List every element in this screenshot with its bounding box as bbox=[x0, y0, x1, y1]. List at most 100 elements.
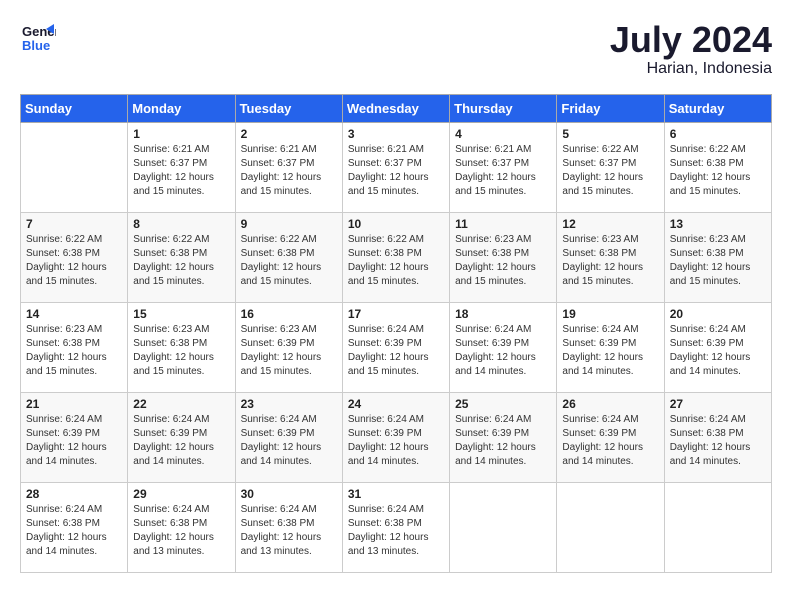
day-number: 13 bbox=[670, 217, 766, 231]
calendar-day-cell: 4 Sunrise: 6:21 AMSunset: 6:37 PMDayligh… bbox=[450, 122, 557, 212]
day-number: 7 bbox=[26, 217, 122, 231]
day-info: Sunrise: 6:22 AMSunset: 6:38 PMDaylight:… bbox=[670, 143, 766, 199]
calendar-week-row: 1 Sunrise: 6:21 AMSunset: 6:37 PMDayligh… bbox=[21, 122, 772, 212]
calendar-day-cell: 24 Sunrise: 6:24 AMSunset: 6:39 PMDaylig… bbox=[342, 392, 449, 482]
calendar-day-cell: 12 Sunrise: 6:23 AMSunset: 6:38 PMDaylig… bbox=[557, 212, 664, 302]
day-number: 23 bbox=[241, 397, 337, 411]
day-info: Sunrise: 6:24 AMSunset: 6:39 PMDaylight:… bbox=[348, 323, 444, 379]
day-info: Sunrise: 6:23 AMSunset: 6:38 PMDaylight:… bbox=[455, 233, 551, 289]
calendar-day-cell bbox=[21, 122, 128, 212]
calendar-day-cell: 9 Sunrise: 6:22 AMSunset: 6:38 PMDayligh… bbox=[235, 212, 342, 302]
calendar-day-cell: 11 Sunrise: 6:23 AMSunset: 6:38 PMDaylig… bbox=[450, 212, 557, 302]
page-header: General Blue July 2024 Harian, Indonesia bbox=[20, 20, 772, 78]
day-info: Sunrise: 6:24 AMSunset: 6:38 PMDaylight:… bbox=[670, 413, 766, 469]
day-number: 18 bbox=[455, 307, 551, 321]
calendar-table: SundayMondayTuesdayWednesdayThursdayFrid… bbox=[20, 94, 772, 573]
calendar-day-cell: 17 Sunrise: 6:24 AMSunset: 6:39 PMDaylig… bbox=[342, 302, 449, 392]
day-number: 25 bbox=[455, 397, 551, 411]
day-number: 14 bbox=[26, 307, 122, 321]
day-info: Sunrise: 6:23 AMSunset: 6:38 PMDaylight:… bbox=[670, 233, 766, 289]
day-info: Sunrise: 6:22 AMSunset: 6:37 PMDaylight:… bbox=[562, 143, 658, 199]
day-number: 8 bbox=[133, 217, 229, 231]
day-number: 3 bbox=[348, 127, 444, 141]
day-number: 24 bbox=[348, 397, 444, 411]
day-number: 4 bbox=[455, 127, 551, 141]
calendar-week-row: 7 Sunrise: 6:22 AMSunset: 6:38 PMDayligh… bbox=[21, 212, 772, 302]
day-info: Sunrise: 6:24 AMSunset: 6:38 PMDaylight:… bbox=[348, 503, 444, 559]
calendar-day-cell: 20 Sunrise: 6:24 AMSunset: 6:39 PMDaylig… bbox=[664, 302, 771, 392]
day-number: 10 bbox=[348, 217, 444, 231]
day-info: Sunrise: 6:23 AMSunset: 6:38 PMDaylight:… bbox=[562, 233, 658, 289]
day-of-week-header: Monday bbox=[128, 94, 235, 122]
calendar-day-cell: 3 Sunrise: 6:21 AMSunset: 6:37 PMDayligh… bbox=[342, 122, 449, 212]
day-number: 16 bbox=[241, 307, 337, 321]
day-number: 6 bbox=[670, 127, 766, 141]
calendar-day-cell: 25 Sunrise: 6:24 AMSunset: 6:39 PMDaylig… bbox=[450, 392, 557, 482]
calendar-day-cell: 10 Sunrise: 6:22 AMSunset: 6:38 PMDaylig… bbox=[342, 212, 449, 302]
calendar-day-cell: 26 Sunrise: 6:24 AMSunset: 6:39 PMDaylig… bbox=[557, 392, 664, 482]
day-info: Sunrise: 6:24 AMSunset: 6:39 PMDaylight:… bbox=[455, 413, 551, 469]
day-info: Sunrise: 6:24 AMSunset: 6:39 PMDaylight:… bbox=[455, 323, 551, 379]
calendar-day-cell: 27 Sunrise: 6:24 AMSunset: 6:38 PMDaylig… bbox=[664, 392, 771, 482]
day-number: 9 bbox=[241, 217, 337, 231]
month-year-title: July 2024 bbox=[610, 20, 772, 60]
day-of-week-header: Thursday bbox=[450, 94, 557, 122]
day-info: Sunrise: 6:21 AMSunset: 6:37 PMDaylight:… bbox=[348, 143, 444, 199]
calendar-day-cell: 19 Sunrise: 6:24 AMSunset: 6:39 PMDaylig… bbox=[557, 302, 664, 392]
day-info: Sunrise: 6:22 AMSunset: 6:38 PMDaylight:… bbox=[133, 233, 229, 289]
day-number: 11 bbox=[455, 217, 551, 231]
day-info: Sunrise: 6:24 AMSunset: 6:38 PMDaylight:… bbox=[241, 503, 337, 559]
calendar-day-cell bbox=[450, 482, 557, 572]
logo: General Blue bbox=[20, 20, 56, 56]
calendar-day-cell bbox=[664, 482, 771, 572]
calendar-day-cell: 31 Sunrise: 6:24 AMSunset: 6:38 PMDaylig… bbox=[342, 482, 449, 572]
calendar-day-cell: 6 Sunrise: 6:22 AMSunset: 6:38 PMDayligh… bbox=[664, 122, 771, 212]
day-info: Sunrise: 6:22 AMSunset: 6:38 PMDaylight:… bbox=[241, 233, 337, 289]
day-info: Sunrise: 6:21 AMSunset: 6:37 PMDaylight:… bbox=[455, 143, 551, 199]
day-info: Sunrise: 6:24 AMSunset: 6:39 PMDaylight:… bbox=[26, 413, 122, 469]
day-number: 15 bbox=[133, 307, 229, 321]
day-info: Sunrise: 6:23 AMSunset: 6:38 PMDaylight:… bbox=[26, 323, 122, 379]
calendar-day-cell: 1 Sunrise: 6:21 AMSunset: 6:37 PMDayligh… bbox=[128, 122, 235, 212]
day-info: Sunrise: 6:22 AMSunset: 6:38 PMDaylight:… bbox=[348, 233, 444, 289]
title-block: July 2024 Harian, Indonesia bbox=[610, 20, 772, 78]
day-number: 29 bbox=[133, 487, 229, 501]
day-number: 31 bbox=[348, 487, 444, 501]
day-info: Sunrise: 6:24 AMSunset: 6:39 PMDaylight:… bbox=[133, 413, 229, 469]
calendar-week-row: 28 Sunrise: 6:24 AMSunset: 6:38 PMDaylig… bbox=[21, 482, 772, 572]
day-of-week-header: Sunday bbox=[21, 94, 128, 122]
day-info: Sunrise: 6:24 AMSunset: 6:39 PMDaylight:… bbox=[670, 323, 766, 379]
day-number: 22 bbox=[133, 397, 229, 411]
calendar-day-cell: 2 Sunrise: 6:21 AMSunset: 6:37 PMDayligh… bbox=[235, 122, 342, 212]
day-info: Sunrise: 6:24 AMSunset: 6:39 PMDaylight:… bbox=[562, 413, 658, 469]
calendar-day-cell: 5 Sunrise: 6:22 AMSunset: 6:37 PMDayligh… bbox=[557, 122, 664, 212]
logo-icon: General Blue bbox=[20, 20, 56, 56]
calendar-day-cell: 29 Sunrise: 6:24 AMSunset: 6:38 PMDaylig… bbox=[128, 482, 235, 572]
calendar-day-cell: 21 Sunrise: 6:24 AMSunset: 6:39 PMDaylig… bbox=[21, 392, 128, 482]
day-info: Sunrise: 6:24 AMSunset: 6:39 PMDaylight:… bbox=[348, 413, 444, 469]
calendar-day-cell: 16 Sunrise: 6:23 AMSunset: 6:39 PMDaylig… bbox=[235, 302, 342, 392]
calendar-day-cell: 18 Sunrise: 6:24 AMSunset: 6:39 PMDaylig… bbox=[450, 302, 557, 392]
calendar-day-cell bbox=[557, 482, 664, 572]
day-info: Sunrise: 6:23 AMSunset: 6:38 PMDaylight:… bbox=[133, 323, 229, 379]
calendar-day-cell: 14 Sunrise: 6:23 AMSunset: 6:38 PMDaylig… bbox=[21, 302, 128, 392]
svg-text:Blue: Blue bbox=[22, 38, 50, 53]
day-number: 19 bbox=[562, 307, 658, 321]
day-of-week-header: Saturday bbox=[664, 94, 771, 122]
calendar-week-row: 21 Sunrise: 6:24 AMSunset: 6:39 PMDaylig… bbox=[21, 392, 772, 482]
day-info: Sunrise: 6:21 AMSunset: 6:37 PMDaylight:… bbox=[241, 143, 337, 199]
day-info: Sunrise: 6:24 AMSunset: 6:39 PMDaylight:… bbox=[562, 323, 658, 379]
day-info: Sunrise: 6:24 AMSunset: 6:38 PMDaylight:… bbox=[133, 503, 229, 559]
day-number: 17 bbox=[348, 307, 444, 321]
calendar-day-cell: 28 Sunrise: 6:24 AMSunset: 6:38 PMDaylig… bbox=[21, 482, 128, 572]
day-number: 27 bbox=[670, 397, 766, 411]
day-number: 26 bbox=[562, 397, 658, 411]
calendar-day-cell: 30 Sunrise: 6:24 AMSunset: 6:38 PMDaylig… bbox=[235, 482, 342, 572]
calendar-day-cell: 8 Sunrise: 6:22 AMSunset: 6:38 PMDayligh… bbox=[128, 212, 235, 302]
day-number: 2 bbox=[241, 127, 337, 141]
day-info: Sunrise: 6:22 AMSunset: 6:38 PMDaylight:… bbox=[26, 233, 122, 289]
calendar-day-cell: 22 Sunrise: 6:24 AMSunset: 6:39 PMDaylig… bbox=[128, 392, 235, 482]
day-info: Sunrise: 6:21 AMSunset: 6:37 PMDaylight:… bbox=[133, 143, 229, 199]
calendar-week-row: 14 Sunrise: 6:23 AMSunset: 6:38 PMDaylig… bbox=[21, 302, 772, 392]
day-number: 12 bbox=[562, 217, 658, 231]
